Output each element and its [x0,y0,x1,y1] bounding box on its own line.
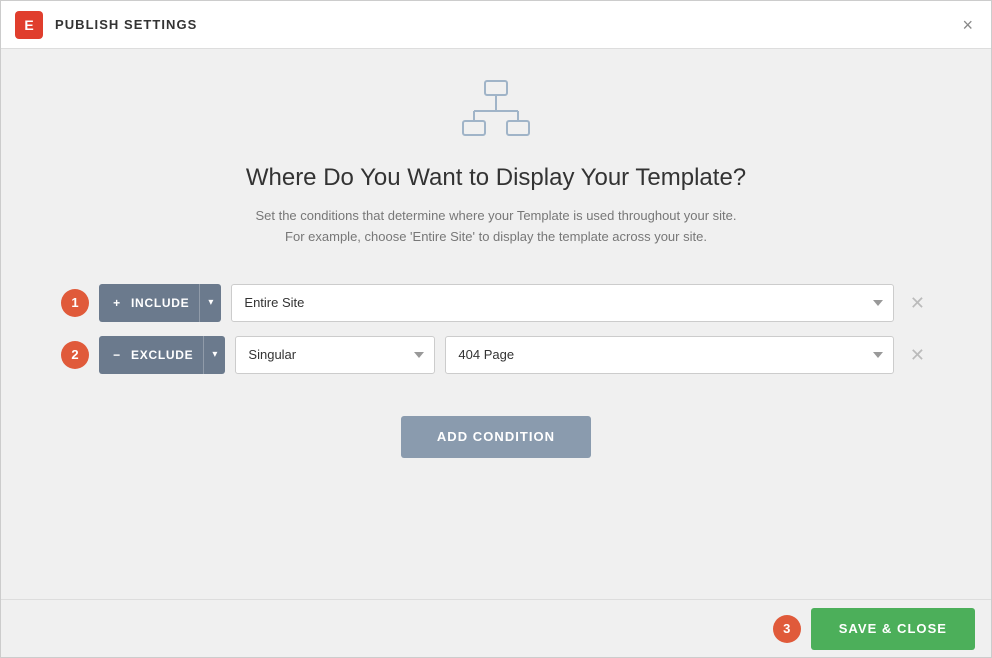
footer-step-badge: 3 [773,615,801,643]
chevron-down-icon: ▾ [200,297,221,308]
add-condition-button[interactable]: ADD CONDITION [401,416,591,458]
main-heading: Where Do You Want to Display Your Templa… [246,164,746,192]
conditions-area: 1 + INCLUDE ▾ Entire Site Singular Archi… [61,284,931,388]
remove-condition-2-button[interactable]: ✕ [904,342,931,368]
exclude-type-button[interactable]: − EXCLUDE ▾ [99,336,225,374]
chevron-down-icon: ▾ [204,349,225,360]
hierarchy-icon [461,79,531,144]
modal-title: PUBLISH SETTINGS [55,17,958,32]
condition-row-2: 2 − EXCLUDE ▾ Singular Entire Site Archi… [61,336,931,374]
publish-settings-modal: E PUBLISH SETTINGS × [0,0,992,658]
step-badge-2: 2 [61,341,89,369]
include-type-button[interactable]: + INCLUDE ▾ [99,284,221,322]
remove-condition-1-button[interactable]: ✕ [904,290,931,316]
condition-location-select-1[interactable]: Entire Site Singular Archive Search 404 … [231,284,894,322]
sub-text: Set the conditions that determine where … [255,206,736,248]
modal-footer: 3 SAVE & CLOSE [1,599,991,657]
exclude-icon: − [109,347,125,363]
close-button[interactable]: × [958,12,977,38]
app-logo: E [15,11,43,39]
condition-row-1: 1 + INCLUDE ▾ Entire Site Singular Archi… [61,284,931,322]
condition-page-select-2[interactable]: 404 Page Front Page Posts Page [445,336,893,374]
add-condition-wrap: ADD CONDITION [401,416,591,458]
title-bar: E PUBLISH SETTINGS × [1,1,991,49]
step-badge-1: 1 [61,289,89,317]
condition-location-select-2[interactable]: Singular Entire Site Archive Search 404 … [235,336,435,374]
save-close-button[interactable]: SAVE & CLOSE [811,608,975,650]
modal-content: Where Do You Want to Display Your Templa… [1,49,991,599]
include-icon: + [109,295,125,311]
